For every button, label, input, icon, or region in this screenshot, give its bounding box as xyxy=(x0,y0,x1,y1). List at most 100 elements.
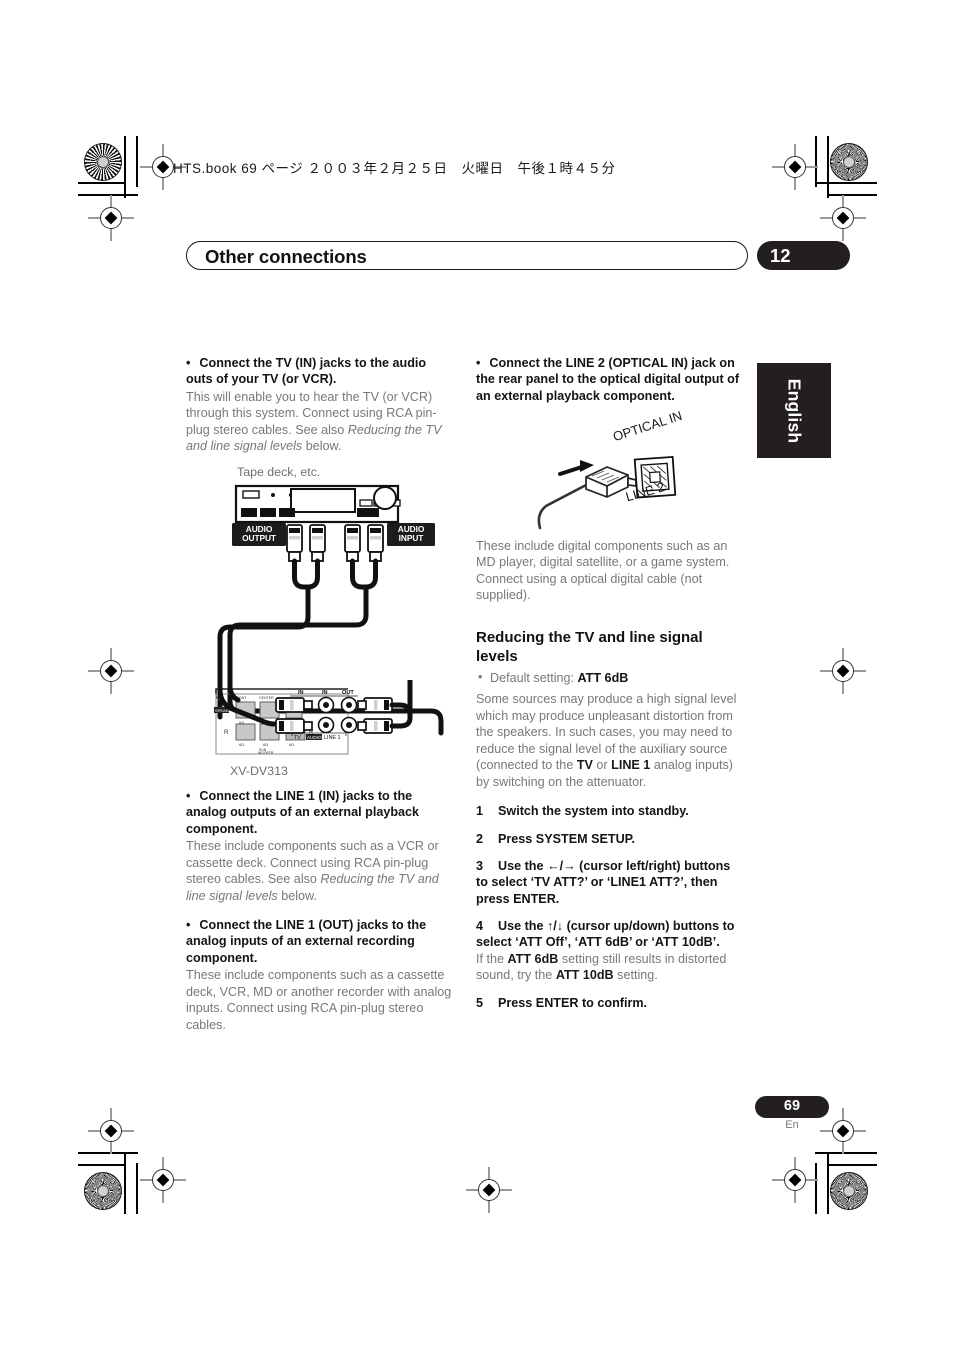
crop-mark-bottom-right-v xyxy=(827,1152,829,1214)
right-column: • Connect the LINE 2 (OPTICAL IN) jack on… xyxy=(476,355,744,405)
registration-target-top-right xyxy=(830,143,868,181)
step-index: 5 xyxy=(476,995,484,1010)
left-column-lower: • Connect the LINE 1 (IN) jacks to the an… xyxy=(186,788,454,1033)
instruction-body: This will enable you to hear the TV (or … xyxy=(186,389,454,455)
step-text: Press SYSTEM SETUP. xyxy=(498,831,635,846)
audio-input-line2: INPUT xyxy=(398,533,424,544)
crop-mark-bottom-right-h2 xyxy=(827,1164,877,1166)
reducing-levels-body: Some sources may produce a high signal l… xyxy=(476,691,744,790)
default-setting-prefix: Default setting: xyxy=(490,670,578,685)
page-title: Other connections xyxy=(205,246,367,267)
crop-mark-top-right-h xyxy=(815,182,877,184)
registration-target-bottom-right xyxy=(830,1172,868,1210)
diagram-optical-connection: OPTICAL IN LINE 2 xyxy=(476,408,744,533)
note-part3: setting. xyxy=(613,968,658,983)
chapter-number-badge: 12 xyxy=(757,241,850,270)
bullet-glyph: • xyxy=(186,789,191,803)
procedure-step-4-note: If the ATT 6dB setting still results in … xyxy=(476,951,744,984)
instruction-block-line1-in: • Connect the LINE 1 (IN) jacks to the an… xyxy=(186,788,454,904)
crosshair-bottom-right-inner xyxy=(820,1108,866,1154)
step-index: 2 xyxy=(476,831,484,846)
svg-text:IN: IN xyxy=(322,690,328,696)
footer-language-code: En xyxy=(785,1119,799,1131)
svg-text:6Ω: 6Ω xyxy=(263,742,268,747)
crosshair-top-left-inner xyxy=(88,195,134,241)
svg-text:LINE 1: LINE 1 xyxy=(324,735,340,741)
step-text: Press ENTER to confirm. xyxy=(498,995,648,1010)
svg-text:AUDIO: AUDIO xyxy=(307,735,322,740)
default-setting-item: Default setting: ATT 6dB xyxy=(476,669,744,686)
language-tab-label: English xyxy=(784,378,805,443)
crop-mark-bottom-left-h2 xyxy=(78,1164,126,1166)
instruction-heading-text: Connect the LINE 1 (OUT) jacks to the an… xyxy=(186,918,427,965)
crop-mark-top-left-h xyxy=(78,182,126,184)
crosshair-bottom-right-mark xyxy=(772,1157,818,1203)
diagram-receiver-rear-panel: L R R 6Ω 6Ω 6Ω 6Ω 6Ω FRONT CENTER SUB WO… xyxy=(186,680,454,780)
instruction-body-line1-out: These include components such as a casse… xyxy=(186,968,452,1032)
diagram-receiver-caption: XV-DV313 xyxy=(230,764,288,778)
note-bold1: ATT 6dB xyxy=(507,951,559,966)
instruction-heading-line2: • Connect the LINE 2 (OPTICAL IN) jack on… xyxy=(476,355,744,404)
body-text-part2: or xyxy=(592,758,612,773)
bullet-glyph: • xyxy=(186,918,191,933)
svg-text:R: R xyxy=(224,730,229,736)
optical-description-body: These include digital components such as… xyxy=(476,539,730,603)
bullet-glyph: • xyxy=(476,356,481,370)
registration-target-bottom-left xyxy=(84,1172,122,1210)
print-job-header: HTS.book 69 ページ ２００３年２月２５日 火曜日 午後１時４５分 xyxy=(173,161,616,176)
registration-target-top-left xyxy=(84,143,122,181)
crosshair-bottom-left-mark xyxy=(140,1157,186,1203)
crosshair-mid-left xyxy=(88,648,134,694)
svg-text:6Ω: 6Ω xyxy=(289,742,294,747)
step-index: 1 xyxy=(476,804,484,819)
chapter-number: 12 xyxy=(770,245,791,266)
crop-mark-top-left-v xyxy=(124,136,126,198)
left-column: • Connect the TV (IN) jacks to the audio … xyxy=(186,355,454,455)
crop-mark-top-right-v2 xyxy=(827,136,829,198)
procedure-step-4: 4 Use the ↑/↓ (cursor up/down) buttons to… xyxy=(476,918,744,951)
default-setting-value: ATT 6dB xyxy=(577,670,629,685)
diagram-optical-svg xyxy=(537,455,677,530)
page-number-badge: 69 xyxy=(755,1096,829,1118)
audio-output-label: AUDIO OUTPUT xyxy=(232,523,286,547)
step-text: Use the ←/→ (cursor left/right) buttons … xyxy=(476,858,731,906)
instruction-heading-line1-in: • Connect the LINE 1 (IN) jacks to the an… xyxy=(186,788,454,837)
crosshair-mid-right xyxy=(820,648,866,694)
crop-mark-bottom-left-v xyxy=(124,1152,126,1214)
body-text-part2: below. xyxy=(302,439,342,454)
note-bold2: ATT 10dB xyxy=(555,968,614,983)
svg-text:OUT: OUT xyxy=(342,690,354,696)
chapter-title-bar: Other connections xyxy=(186,241,748,270)
instruction-body-line1-in: These include components such as a VCR o… xyxy=(186,838,454,904)
crosshair-bottom-left-inner xyxy=(88,1108,134,1154)
body-text-part2: below. xyxy=(277,888,317,903)
instruction-heading-line1-out: • Connect the LINE 1 (OUT) jacks to the a… xyxy=(186,917,454,966)
svg-text:WOOFER: WOOFER xyxy=(258,751,274,755)
right-column-lower: These include digital components such as… xyxy=(476,538,744,1011)
svg-text:TV: TV xyxy=(294,735,301,741)
instruction-block-tv-in: • Connect the TV (IN) jacks to the audio … xyxy=(186,355,454,455)
page-number: 69 xyxy=(783,1098,801,1114)
step-index: 3 xyxy=(476,858,484,873)
audio-input-label: AUDIO INPUT xyxy=(387,523,435,547)
step-text: Switch the system into standby. xyxy=(498,804,689,819)
procedure-step-1: 1 Switch the system into standby. xyxy=(476,803,744,819)
svg-text:6Ω: 6Ω xyxy=(239,720,244,725)
crop-mark-bottom-left-v2 xyxy=(136,1163,138,1214)
procedure-step-3: 3 Use the ←/→ (cursor left/right) buttons… xyxy=(476,858,744,907)
crosshair-bottom-center xyxy=(466,1167,512,1213)
step-text: Use the ↑/↓ (cursor up/down) buttons to … xyxy=(476,919,735,950)
instruction-heading: • Connect the TV (IN) jacks to the audio … xyxy=(186,355,454,388)
procedure-step-2: 2 Press SYSTEM SETUP. xyxy=(476,831,744,847)
bullet-glyph: • xyxy=(186,356,191,370)
step-index: 4 xyxy=(476,919,484,934)
instruction-block-line1-out: • Connect the LINE 1 (OUT) jacks to the a… xyxy=(186,917,454,1033)
note-part1: If the xyxy=(476,951,508,966)
procedure-step-5: 5 Press ENTER to confirm. xyxy=(476,995,744,1011)
diagram-receiver-svg: L R R 6Ω 6Ω 6Ω 6Ω 6Ω FRONT CENTER SUB WO… xyxy=(214,680,413,755)
